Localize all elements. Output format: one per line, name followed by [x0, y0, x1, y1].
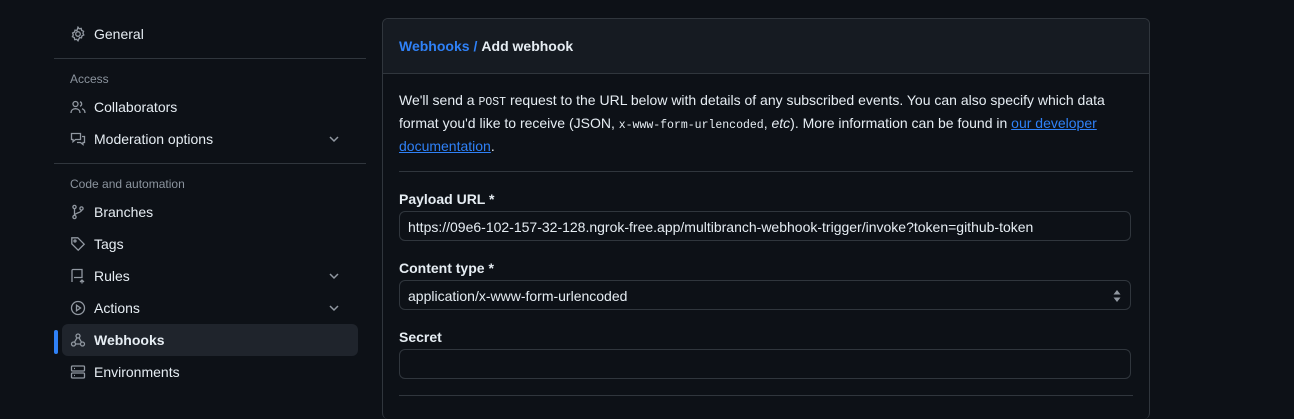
sidebar-item-label: Environments: [94, 364, 180, 380]
intro-text-part: .: [490, 138, 495, 154]
secret-input[interactable]: [399, 349, 1131, 379]
people-icon: [70, 99, 86, 115]
repo-push-icon: [70, 268, 86, 284]
tag-icon: [70, 236, 86, 252]
intro-text-part: We'll send a: [399, 92, 479, 108]
sidebar-item-webhooks[interactable]: Webhooks: [54, 324, 358, 356]
comment-discussion-icon: [70, 131, 86, 147]
play-icon: [70, 300, 86, 316]
content-type-label: Content type *: [399, 260, 494, 276]
sidebar-item-rules[interactable]: Rules: [62, 260, 358, 292]
payload-url-input[interactable]: https://09e6-102-157-32-128.ngrok-free.a…: [399, 211, 1131, 241]
sidebar-divider: [54, 58, 366, 59]
breadcrumb-separator: /: [473, 38, 478, 54]
sidebar-item-label: Branches: [94, 204, 154, 220]
breadcrumb: Webhooks / Add webhook: [383, 19, 1149, 74]
select-arrows-icon: [1113, 290, 1121, 302]
post-code: POST: [478, 96, 507, 109]
content-type-selected-value: application/x-www-form-urlencoded: [408, 288, 628, 304]
payload-url-label: Payload URL *: [399, 191, 495, 207]
intro-text-part: ). More information can be found in: [790, 115, 1012, 131]
webhook-icon: [70, 332, 86, 348]
sidebar-item-moderation[interactable]: Moderation options: [62, 123, 358, 155]
sidebar-section-code-automation: Code and automation: [70, 177, 185, 191]
breadcrumb-webhooks-link[interactable]: Webhooks: [399, 38, 470, 54]
form-urlencoded-code: x-www-form-urlencoded: [618, 119, 764, 132]
chevron-down-icon: [329, 136, 339, 143]
form-divider: [399, 395, 1133, 396]
secret-label: Secret: [399, 329, 442, 345]
active-indicator: [54, 330, 58, 354]
sidebar-item-environments[interactable]: Environments: [62, 356, 358, 388]
sidebar-item-collaborators[interactable]: Collaborators: [62, 91, 358, 123]
server-icon: [70, 364, 86, 380]
settings-sidebar: General Access Collaborators Moderation …: [54, 18, 366, 388]
page-title: Add webhook: [481, 38, 574, 54]
etc-text: etc: [771, 115, 791, 131]
add-webhook-panel: Webhooks / Add webhook We'll send a POST…: [382, 18, 1150, 419]
sidebar-item-label: Actions: [94, 300, 140, 316]
sidebar-item-label: Rules: [94, 268, 130, 284]
sidebar-item-branches[interactable]: Branches: [62, 196, 358, 228]
content-type-select[interactable]: application/x-www-form-urlencoded: [399, 280, 1131, 310]
sidebar-item-tags[interactable]: Tags: [62, 228, 358, 260]
gear-icon: [70, 26, 86, 42]
sidebar-item-label: Collaborators: [94, 99, 178, 115]
sidebar-item-label: General: [94, 26, 144, 42]
intro-text: We'll send a POST request to the URL bel…: [399, 90, 1133, 172]
git-branch-icon: [70, 204, 86, 220]
sidebar-item-label: Moderation options: [94, 131, 214, 147]
chevron-down-icon: [329, 305, 339, 312]
sidebar-divider: [54, 163, 366, 164]
sidebar-item-general[interactable]: General: [62, 18, 358, 50]
sidebar-section-access: Access: [70, 72, 109, 86]
sidebar-item-label: Tags: [94, 236, 124, 252]
chevron-down-icon: [329, 273, 339, 280]
sidebar-item-actions[interactable]: Actions: [62, 292, 358, 324]
sidebar-item-label: Webhooks: [94, 332, 165, 348]
